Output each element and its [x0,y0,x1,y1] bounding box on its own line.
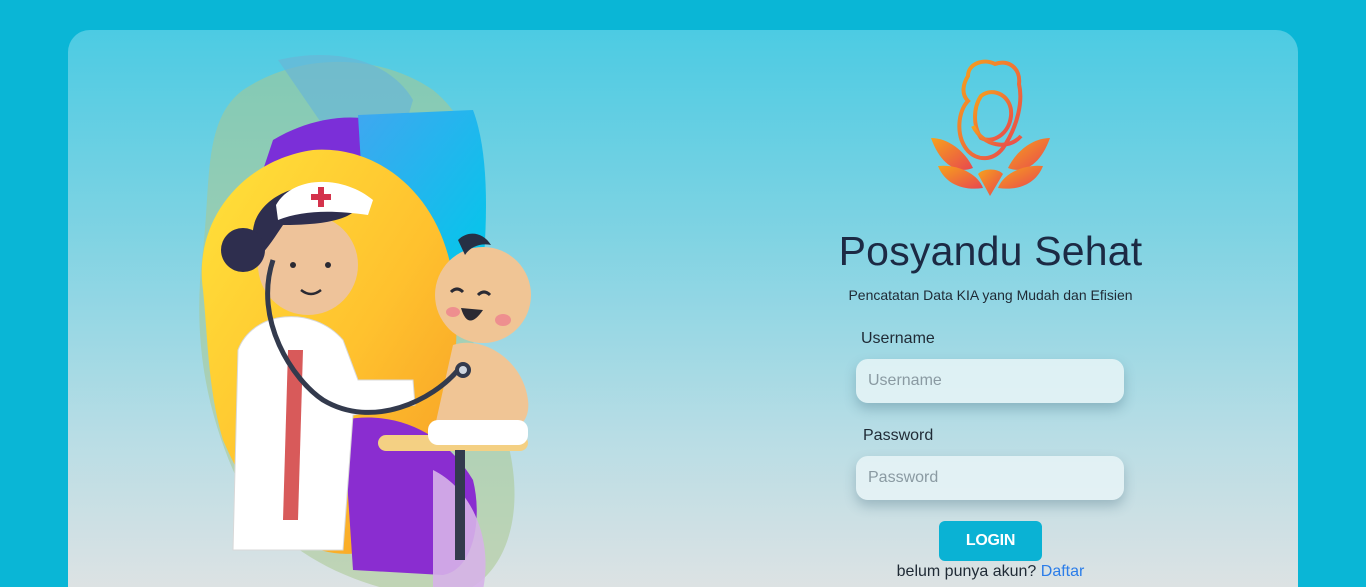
username-label: Username [861,330,935,347]
doctor-baby-illustration [183,50,563,587]
login-panel: Posyandu Sehat Pencatatan Data KIA yang … [828,30,1153,587]
register-prompt: belum punya akun? [896,563,1037,580]
password-label: Password [863,427,934,444]
login-button[interactable]: LOGIN [939,521,1042,561]
login-card: Posyandu Sehat Pencatatan Data KIA yang … [68,30,1298,587]
register-row: belum punya akun? Daftar [828,563,1153,581]
register-link[interactable]: Daftar [1041,563,1085,580]
mother-child-logo-icon [923,56,1058,196]
page-subtitle: Pencatatan Data KIA yang Mudah dan Efisi… [848,287,1133,303]
page-title: Posyandu Sehat [838,228,1143,274]
username-input[interactable] [856,359,1124,403]
logo-svg [931,59,1050,196]
illustration-svg [199,54,531,587]
password-input[interactable] [856,456,1124,500]
